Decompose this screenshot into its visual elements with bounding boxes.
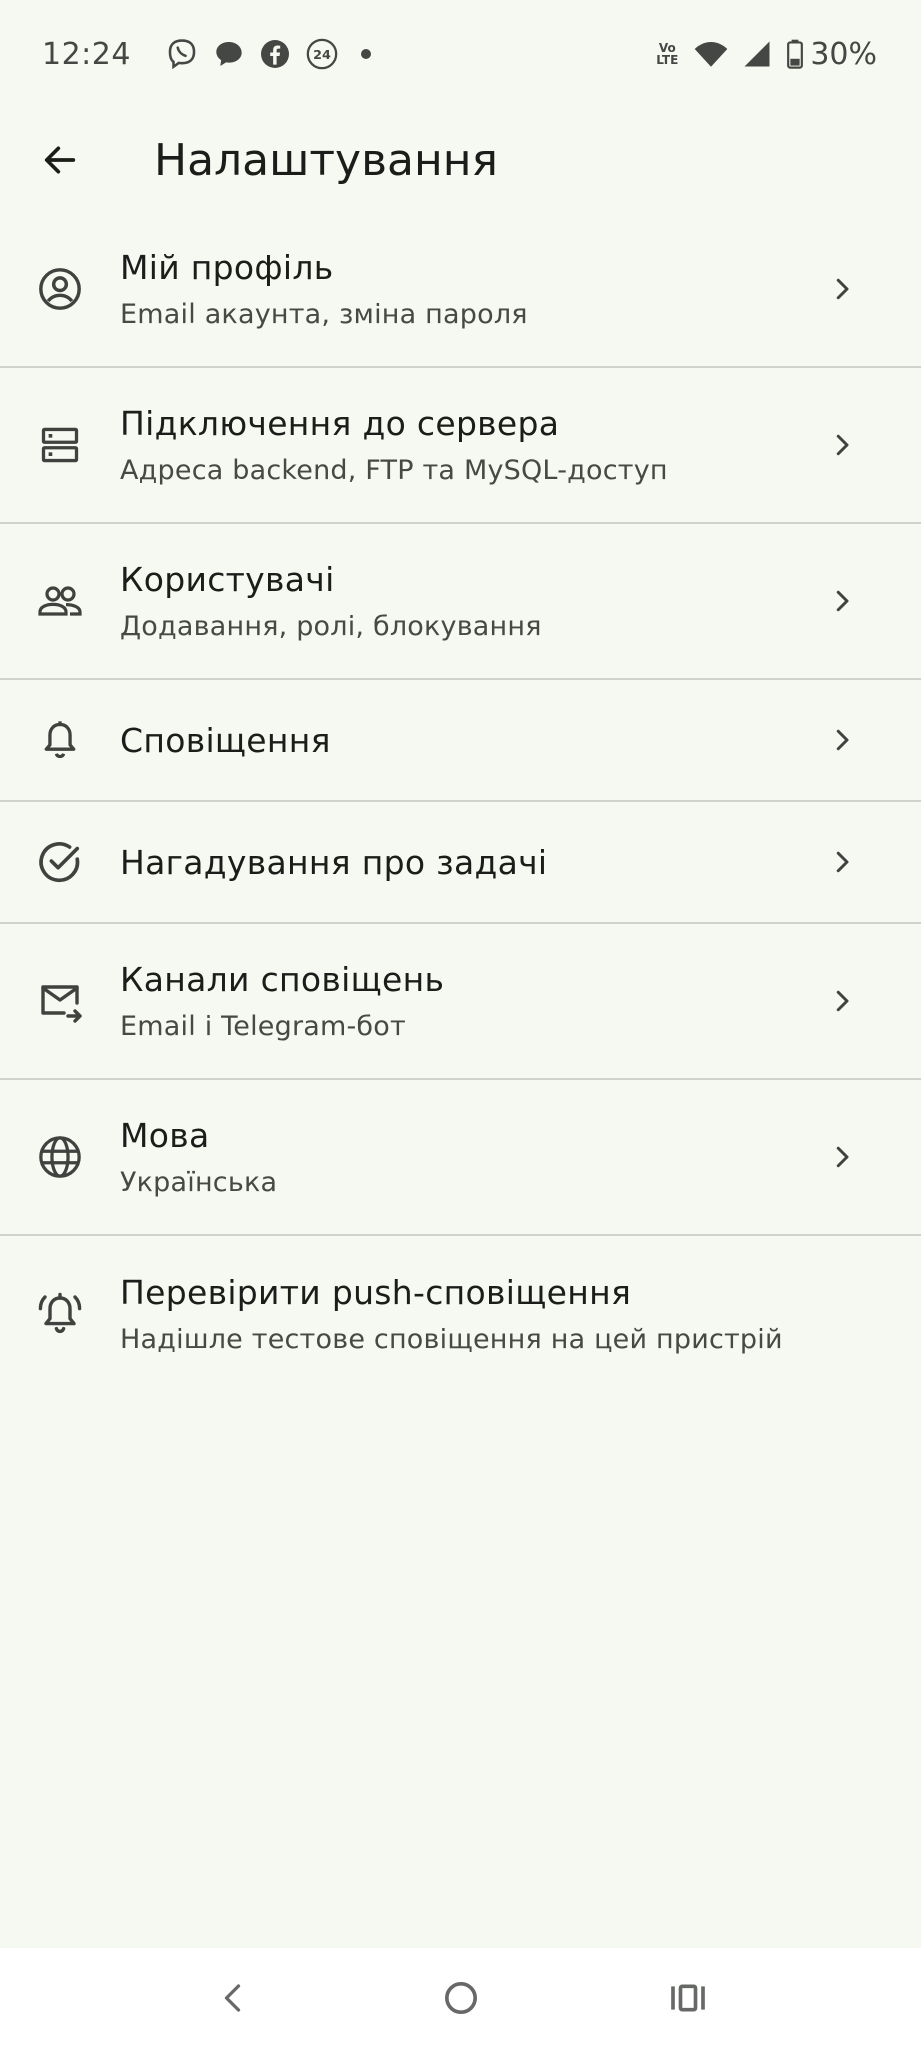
item-subtitle: Email акаунта, зміна пароля — [120, 299, 528, 330]
item-title: Мій профіль — [120, 248, 334, 287]
item-subtitle: Українська — [120, 1167, 278, 1198]
item-text: Мова Українська — [120, 1116, 827, 1198]
item-text: Мій профіль Email акаунта, зміна пароля — [120, 248, 827, 330]
more-notifications-dot — [360, 49, 371, 59]
item-title: Сповіщення — [120, 720, 331, 760]
svg-text:24: 24 — [313, 48, 331, 63]
settings-item-my-profile[interactable]: Мій профіль Email акаунта, зміна пароля — [0, 212, 921, 368]
battery-percent: 30% — [810, 36, 877, 72]
wifi-icon — [694, 39, 728, 69]
nav-recents-button[interactable] — [648, 1958, 728, 2038]
globe-icon — [0, 1134, 120, 1180]
item-title: Мова — [120, 1116, 210, 1155]
chevron-right-icon — [827, 586, 897, 616]
chevron-right-icon — [827, 847, 897, 877]
chat-bubble-icon — [213, 38, 245, 70]
battery-icon — [786, 39, 804, 69]
item-title: Нагадування про задачі — [120, 842, 548, 882]
item-title: Канали сповіщень — [120, 960, 445, 999]
item-subtitle: Надішле тестове сповіщення на цей пристр… — [120, 1324, 783, 1355]
settings-item-test-push[interactable]: Перевірити push-сповіщення Надішле тесто… — [0, 1236, 921, 1392]
back-button[interactable] — [0, 108, 120, 212]
status-right: Vo LTE 30% — [656, 37, 877, 72]
nav-home-button[interactable] — [421, 1958, 501, 2038]
item-subtitle: Адреса backend, FTP та MySQL-доступ — [120, 455, 668, 486]
arrow-back-icon — [44, 146, 76, 174]
settings-item-notifications[interactable]: Сповіщення — [0, 680, 921, 802]
status-bar: 12:24 24 Vo LTE 30% — [0, 0, 921, 108]
volte-label-bottom: LTE — [656, 53, 679, 67]
status-time: 12:24 — [42, 36, 131, 72]
settings-item-language[interactable]: Мова Українська — [0, 1080, 921, 1236]
settings-item-users[interactable]: Користувачі Додавання, ролі, блокування — [0, 524, 921, 680]
item-subtitle: Email і Telegram-бот — [120, 1011, 406, 1042]
nav-recents-icon — [670, 1984, 705, 2012]
chevron-right-icon — [827, 986, 897, 1016]
people-icon — [0, 577, 120, 625]
system-nav-bar — [0, 1948, 921, 2048]
nav-back-icon — [224, 1984, 240, 2012]
facebook-icon — [259, 38, 291, 70]
item-title: Перевірити push-сповіщення — [120, 1273, 632, 1312]
volte-icon: Vo LTE — [656, 42, 678, 66]
item-subtitle: Додавання, ролі, блокування — [120, 611, 542, 642]
account-circle-icon — [0, 266, 120, 312]
server-icon — [0, 423, 120, 467]
nav-back-button[interactable] — [194, 1958, 274, 2038]
chevron-right-icon — [827, 1142, 897, 1172]
nav-home-icon — [444, 1982, 477, 2014]
status-left: 12:24 24 — [42, 37, 371, 72]
24-badge-icon: 24 — [305, 37, 339, 71]
app-bar: Налаштування — [0, 108, 921, 212]
chevron-right-icon — [827, 725, 897, 755]
cellular-signal-icon — [742, 39, 772, 69]
check-circle-icon — [0, 839, 120, 885]
mail-forward-icon — [0, 977, 120, 1025]
item-text: Користувачі Додавання, ролі, блокування — [120, 560, 827, 642]
settings-item-task-reminders[interactable]: Нагадування про задачі — [0, 802, 921, 924]
item-text: Канали сповіщень Email і Telegram-бот — [120, 960, 827, 1042]
settings-item-server-connection[interactable]: Підключення до сервера Адреса backend, F… — [0, 368, 921, 524]
settings-item-notification-channels[interactable]: Канали сповіщень Email і Telegram-бот — [0, 924, 921, 1080]
item-title: Підключення до сервера — [120, 404, 560, 443]
chevron-right-icon — [827, 430, 897, 460]
item-text: Нагадування про задачі — [120, 843, 827, 882]
item-title: Користувачі — [120, 560, 335, 599]
bell-icon — [0, 718, 120, 762]
viber-icon — [165, 37, 199, 71]
page-title: Налаштування — [154, 134, 498, 186]
item-text: Підключення до сервера Адреса backend, F… — [120, 404, 827, 486]
item-text: Перевірити push-сповіщення Надішле тесто… — [120, 1273, 921, 1355]
item-text: Сповіщення — [120, 721, 827, 760]
chevron-right-icon — [827, 274, 897, 304]
bell-ring-icon — [0, 1290, 120, 1338]
settings-list: Мій профіль Email акаунта, зміна пароля … — [0, 212, 921, 1392]
